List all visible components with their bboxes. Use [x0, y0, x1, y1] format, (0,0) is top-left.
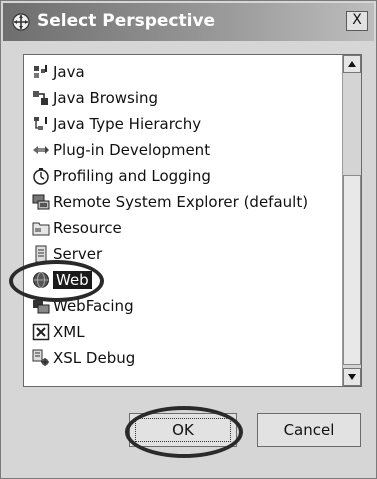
list-item-label: Java	[53, 63, 85, 81]
list-item-label: Web	[53, 271, 92, 289]
java-browsing-icon	[33, 91, 48, 105]
list-item-label: Resource	[53, 219, 122, 237]
list-item-resource[interactable]: Resource	[24, 215, 344, 241]
list-item-xsl-debug[interactable]: XSL Debug	[24, 345, 344, 371]
list-item-remote-system-explorer[interactable]: Remote System Explorer (default)	[24, 189, 344, 215]
list-item-web[interactable]: Web	[24, 267, 344, 293]
list-item-webfacing[interactable]: WebFacing	[24, 293, 344, 319]
remote-system-explorer-icon	[32, 194, 50, 210]
profiling-icon	[33, 168, 49, 185]
web-globe-icon	[33, 272, 49, 288]
ok-button[interactable]: OK	[129, 413, 237, 447]
list-item-label: Server	[53, 245, 103, 263]
perspective-icon	[12, 13, 30, 31]
list-item-label: Remote System Explorer (default)	[53, 193, 309, 211]
arrow-up-icon	[348, 61, 356, 67]
xsl-debug-icon	[32, 349, 49, 366]
list-item-label: Java Type Hierarchy	[53, 115, 202, 133]
perspective-list[interactable]: Java Java Browsing Java Type Hierarchy P…	[23, 54, 362, 387]
close-icon: X	[352, 12, 362, 28]
plugin-development-icon	[33, 146, 49, 154]
list-item-java-type-hierarchy[interactable]: Java Type Hierarchy	[24, 111, 344, 137]
cancel-button[interactable]: Cancel	[257, 413, 361, 447]
scroll-down-button[interactable]	[343, 368, 361, 386]
close-button[interactable]: X	[346, 11, 368, 31]
java-icon	[34, 65, 47, 78]
list-item-xml[interactable]: XML	[24, 319, 344, 345]
java-type-hierarchy-icon	[34, 117, 47, 130]
xml-icon	[32, 323, 50, 341]
arrow-down-icon	[348, 374, 356, 380]
scrollbar-thumb[interactable]	[343, 175, 361, 365]
list-item-server[interactable]: Server	[24, 241, 344, 267]
list-item-label: XML	[53, 323, 85, 341]
list-item-plugin-development[interactable]: Plug-in Development	[24, 137, 344, 163]
resource-folder-icon	[32, 222, 50, 236]
list-item-label: Java Browsing	[53, 89, 159, 107]
webfacing-icon	[33, 300, 50, 314]
list-item-label: Plug-in Development	[53, 141, 211, 159]
vertical-scrollbar[interactable]	[342, 55, 361, 386]
server-icon	[35, 245, 47, 263]
list-item-label: XSL Debug	[53, 349, 136, 367]
select-perspective-dialog: Select Perspective X Java Java Browsing	[0, 0, 377, 479]
list-item-java-browsing[interactable]: Java Browsing	[24, 85, 344, 111]
list-item-java[interactable]: Java	[24, 59, 344, 85]
list-item-label: WebFacing	[53, 297, 134, 315]
scroll-up-button[interactable]	[343, 55, 361, 73]
dialog-title: Select Perspective	[37, 11, 216, 31]
title-bar[interactable]: Select Perspective X	[3, 3, 374, 41]
list-item-profiling-and-logging[interactable]: Profiling and Logging	[24, 163, 344, 189]
list-item-label: Profiling and Logging	[53, 167, 211, 185]
